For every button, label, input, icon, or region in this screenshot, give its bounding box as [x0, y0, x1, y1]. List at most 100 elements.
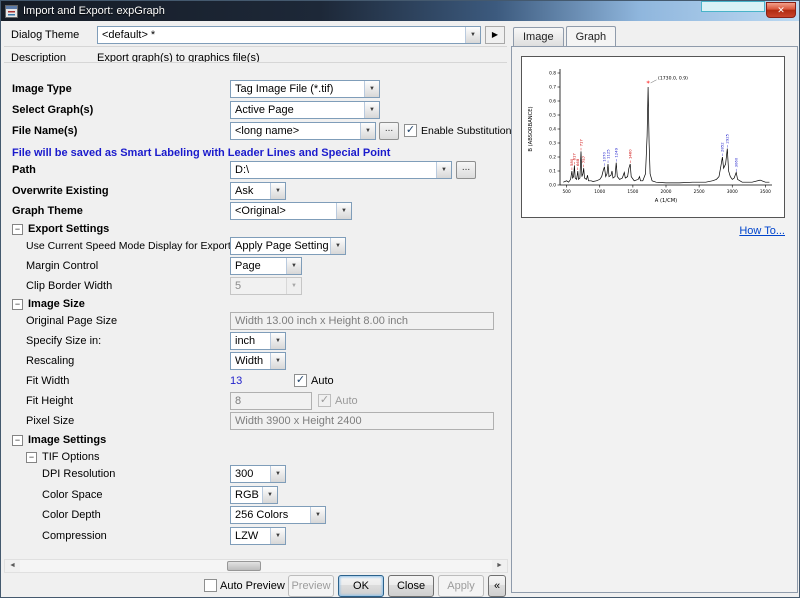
overwrite-value: Ask [235, 185, 254, 197]
pixel-size-field: Width 3900 x Height 2400 [230, 412, 494, 430]
dialog-theme-label: Dialog Theme [11, 29, 80, 41]
close-button[interactable]: Close [388, 575, 434, 597]
path-select[interactable]: D:\ ▼ [230, 161, 452, 179]
svg-text:0.7: 0.7 [549, 85, 556, 91]
margin-control-select[interactable]: Page ▼ [230, 257, 302, 275]
export-settings-title: Export Settings [28, 223, 110, 235]
clip-border-label: Clip Border Width [26, 280, 113, 292]
dialog-footer: ✓ Auto Preview Preview OK Close Apply « [4, 575, 508, 597]
chevron-down-icon: ▼ [270, 183, 285, 199]
original-page-size-label: Original Page Size [26, 315, 118, 327]
svg-text:0.6: 0.6 [549, 99, 556, 105]
svg-text:1249: 1249 [614, 147, 619, 157]
specify-size-row: Specify Size in: inch ▼ [4, 331, 508, 351]
preview-button: Preview [288, 575, 334, 597]
chevron-down-icon: ▼ [310, 507, 325, 523]
svg-text:2925: 2925 [725, 133, 730, 143]
auto-preview-checkbox[interactable]: ✓ [204, 579, 217, 592]
graph-theme-select[interactable]: <Original> ▼ [230, 202, 352, 220]
collapse-minus-icon[interactable]: − [12, 224, 23, 235]
enable-substitution-checkbox[interactable]: ✓ [404, 124, 417, 137]
check-icon: ✓ [319, 394, 330, 406]
color-space-value: RGB [235, 489, 259, 501]
fit-height-auto-checkbox: ✓ [318, 394, 331, 407]
ok-button[interactable]: OK [338, 575, 384, 597]
chevron-down-icon: ▼ [286, 278, 301, 294]
graph-theme-value: <Original> [235, 205, 286, 217]
svg-text:757: 757 [581, 155, 586, 163]
tab-image[interactable]: Image [513, 27, 564, 46]
margin-control-label: Margin Control [26, 260, 99, 272]
file-names-browse-button[interactable]: ... [379, 122, 399, 140]
color-depth-select[interactable]: 256 Colors ▼ [230, 506, 326, 524]
title-bar: Import and Export: expGraph ✕ [1, 1, 799, 21]
fit-height-label: Fit Height [26, 395, 74, 407]
file-names-value: <long name> [235, 125, 300, 137]
dialog-theme-select[interactable]: <default> * ▼ [97, 26, 481, 44]
color-space-select[interactable]: RGB ▼ [230, 486, 278, 504]
fit-width-auto-checkbox[interactable]: ✓ [294, 374, 307, 387]
select-graphs-value: Active Page [235, 104, 294, 116]
dpi-value: 300 [235, 468, 254, 480]
select-graphs-label: Select Graph(s) [12, 104, 94, 116]
path-browse-button[interactable]: ... [456, 161, 476, 179]
svg-text:0.1: 0.1 [549, 169, 556, 175]
file-names-select[interactable]: <long name> ▼ [230, 122, 376, 140]
clip-border-row: Clip Border Width 5 ▼ [4, 276, 508, 296]
svg-text:B (ABSORBANCE): B (ABSORBANCE) [528, 106, 534, 151]
svg-text:2500: 2500 [694, 189, 705, 195]
scroll-right-icon[interactable]: ► [492, 560, 507, 572]
preview-body: 0.0 0.1 0.2 0.3 0.4 0.5 0.6 0.7 0.8 500 1000 1500 20… [511, 46, 798, 593]
fit-height-auto-label: Auto [335, 395, 358, 407]
scroll-left-icon[interactable]: ◄ [5, 560, 20, 572]
tif-options-title: TIF Options [42, 451, 100, 463]
rescaling-label: Rescaling [26, 355, 75, 367]
compression-select[interactable]: LZW ▼ [230, 527, 286, 545]
rescaling-row: Rescaling Width ▼ [4, 351, 508, 371]
svg-text:717: 717 [578, 139, 583, 147]
color-space-row: Color Space RGB ▼ [4, 485, 508, 505]
options-form: Image Type Tag Image File (*.tif) ▼ Sele… [4, 63, 511, 558]
specify-size-select[interactable]: inch ▼ [230, 332, 286, 350]
form-horizontal-scrollbar[interactable]: ◄ ► [4, 559, 508, 573]
collapse-minus-icon[interactable]: − [12, 299, 23, 310]
theme-flyout-button[interactable]: ▶ [485, 26, 505, 44]
chevron-down-icon: ▼ [270, 353, 285, 369]
chevron-down-icon: ▼ [270, 466, 285, 482]
graph-svg: 0.0 0.1 0.2 0.3 0.4 0.5 0.6 0.7 0.8 500 1000 1500 20… [522, 57, 784, 217]
collapse-minus-icon[interactable]: − [26, 452, 37, 463]
chevron-down-icon: ▼ [336, 203, 351, 219]
compression-row: Compression LZW ▼ [4, 526, 508, 546]
collapse-minus-icon[interactable]: − [12, 435, 23, 446]
collapse-preview-button[interactable]: « [488, 575, 506, 597]
dpi-select[interactable]: 300 ▼ [230, 465, 286, 483]
overwrite-select[interactable]: Ask ▼ [230, 182, 286, 200]
rescaling-select[interactable]: Width ▼ [230, 352, 286, 370]
speed-mode-select[interactable]: Apply Page Setting ▼ [230, 237, 346, 255]
fit-height-row: Fit Height 8 ✓ Auto [4, 391, 508, 411]
image-type-value: Tag Image File (*.tif) [235, 83, 334, 95]
tab-graph[interactable]: Graph [565, 26, 617, 46]
close-window-button[interactable]: ✕ [766, 2, 796, 18]
select-graphs-select[interactable]: Active Page ▼ [230, 101, 380, 119]
dpi-row: DPI Resolution 300 ▼ [4, 464, 508, 484]
svg-text:1500: 1500 [627, 189, 638, 195]
color-depth-value: 256 Colors [235, 509, 289, 521]
path-row: Path D:\ ▼ ... [4, 160, 508, 180]
chevron-down-icon: ▼ [270, 528, 285, 544]
image-type-row: Image Type Tag Image File (*.tif) ▼ [4, 79, 508, 99]
how-to-link[interactable]: How To... [739, 225, 785, 237]
background-window-fragment [701, 1, 765, 12]
chevron-down-icon: ▼ [262, 487, 277, 503]
compression-value: LZW [235, 530, 259, 542]
svg-text:1125: 1125 [605, 149, 610, 159]
svg-text:2000: 2000 [661, 189, 672, 195]
scrollbar-thumb[interactable] [227, 561, 261, 571]
fit-width-label: Fit Width [26, 375, 70, 387]
file-names-label: File Name(s) [12, 125, 78, 137]
svg-text:0.4: 0.4 [549, 127, 556, 133]
fit-width-auto-label: Auto [311, 375, 334, 387]
fit-width-field[interactable]: 13 [230, 375, 242, 387]
image-type-select[interactable]: Tag Image File (*.tif) ▼ [230, 80, 380, 98]
dialog-theme-value: <default> * [102, 29, 156, 41]
